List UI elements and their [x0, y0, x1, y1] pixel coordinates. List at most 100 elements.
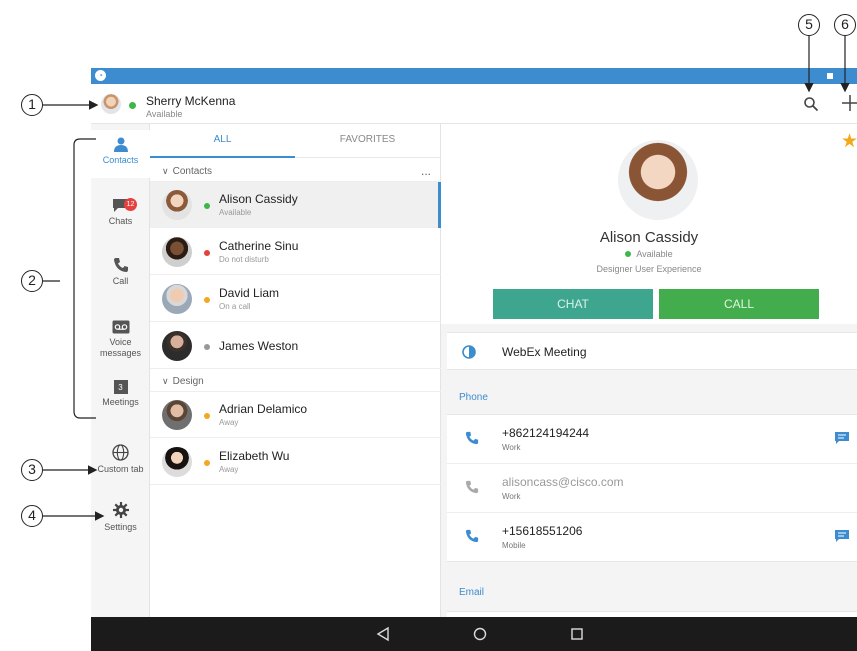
nav-meetings[interactable]: 3 Meetings: [91, 380, 150, 420]
avatar: [618, 140, 698, 220]
contact-name: David Liam: [219, 286, 280, 300]
list-item[interactable]: Elizabeth Wu Away: [150, 439, 441, 485]
message-icon[interactable]: [835, 432, 849, 444]
nav-contacts[interactable]: Contacts: [91, 130, 150, 178]
webex-meeting-row[interactable]: WebEx Meeting: [447, 332, 857, 370]
presence-dot: [204, 203, 210, 209]
globe-icon: [112, 444, 129, 461]
avatar: [162, 447, 192, 477]
nav-label: Meetings: [102, 397, 139, 407]
phone-row[interactable]: +15618551206 Mobile: [447, 513, 857, 562]
email-type: Work: [502, 492, 521, 501]
top-bar: Sherry McKenna Available: [91, 84, 857, 124]
call-button[interactable]: CALL: [659, 289, 819, 319]
callout-2: 2: [21, 270, 43, 292]
message-icon[interactable]: [835, 530, 849, 542]
list-item[interactable]: James Weston: [150, 323, 441, 369]
nav-chats[interactable]: 12 Chats: [91, 197, 150, 237]
nav-call[interactable]: Call: [91, 257, 150, 297]
nav-label: Contacts: [102, 155, 139, 165]
status-text: Available: [636, 249, 673, 259]
phone-number: +15618551206: [502, 524, 583, 538]
contact-name: Alison Cassidy: [599, 229, 699, 246]
nav-label: Call: [112, 276, 129, 286]
chevron-down-icon: ∨: [162, 376, 169, 386]
recent-apps-icon[interactable]: [569, 626, 585, 642]
tab-favorites[interactable]: FAVORITES: [295, 124, 440, 158]
nav-settings[interactable]: Settings: [91, 501, 150, 541]
phone-type: Work: [502, 443, 521, 452]
avatar: [162, 400, 192, 430]
avatar: [162, 284, 192, 314]
nav-label: Voice messages: [99, 337, 142, 358]
status-bar: ◔: [91, 68, 857, 84]
tablet-screen: ◔ Sherry McKenna Available Contacts 12 C…: [91, 68, 857, 651]
chat-button[interactable]: CHAT: [493, 289, 653, 319]
back-icon[interactable]: [375, 626, 391, 642]
nav-custom-tab[interactable]: Custom tab: [91, 444, 150, 484]
presence-dot: [204, 344, 210, 350]
user-name[interactable]: Sherry McKenna: [146, 94, 235, 108]
list-item[interactable]: Adrian Delamico Away: [150, 392, 441, 438]
avatar: [162, 331, 192, 361]
contact-status: Available: [219, 208, 252, 217]
webex-label: WebEx Meeting: [502, 345, 587, 359]
presence-dot: [204, 250, 210, 256]
email-address: alisoncass@cisco.com: [502, 475, 624, 489]
search-icon[interactable]: [803, 96, 819, 112]
group-label: Contacts: [172, 166, 213, 177]
nav-label: Settings: [104, 522, 137, 532]
contact-name: Catherine Sinu: [219, 239, 299, 253]
phone-list: +862124194244 Work alisoncass@cisco.com …: [447, 414, 857, 562]
nav-voice-messages[interactable]: Voice messages: [91, 320, 150, 368]
callout-4: 4: [21, 505, 43, 527]
contact-status: Away: [219, 418, 239, 427]
email-section-label: Email: [459, 587, 485, 598]
presence-dot: [625, 251, 632, 257]
callout-2-bracket: [43, 138, 96, 419]
group-label: Design: [172, 376, 204, 387]
calendar-icon: 3: [113, 380, 128, 394]
callout-6: 6: [834, 14, 856, 36]
nav-label: Chats: [108, 216, 133, 226]
webex-icon: [462, 345, 476, 359]
callout-5: 5: [798, 14, 820, 36]
contact-status: On a call: [219, 302, 251, 311]
favorite-star-icon[interactable]: ★: [841, 132, 857, 151]
contact-name: Alison Cassidy: [219, 192, 298, 206]
user-status: Available: [146, 109, 183, 119]
contact-detail-pane: ★ Alison Cassidy Available Designer User…: [441, 124, 857, 621]
group-header-design[interactable]: ∨ Design: [150, 370, 441, 392]
app-logo-icon: ◔: [95, 70, 106, 81]
home-icon[interactable]: [472, 626, 488, 642]
more-options-icon[interactable]: ...: [421, 160, 431, 182]
list-item[interactable]: Alison Cassidy Available: [150, 182, 441, 228]
contact-name: Elizabeth Wu: [219, 449, 290, 463]
list-item[interactable]: Catherine Sinu Do not disturb: [150, 229, 441, 275]
contact-header: ★ Alison Cassidy Available Designer User…: [441, 124, 857, 324]
phone-section-label: Phone: [459, 392, 488, 403]
phone-type: Mobile: [502, 541, 526, 550]
phone-icon: [465, 529, 479, 543]
left-nav: Contacts 12 Chats Call Voice messages 3 …: [91, 124, 150, 617]
contact-status: Available: [441, 249, 857, 259]
contact-name: James Weston: [219, 339, 299, 353]
avatar[interactable]: [101, 94, 121, 114]
presence-dot: [204, 297, 210, 303]
presence-dot: [204, 413, 210, 419]
phone-row[interactable]: +862124194244 Work: [447, 415, 857, 464]
group-header-contacts[interactable]: ∨ Contacts ...: [150, 160, 441, 182]
status-square-icon: [827, 73, 833, 79]
list-item[interactable]: David Liam On a call: [150, 276, 441, 322]
email-row[interactable]: alisoncass@cisco.com Work: [447, 464, 857, 513]
voicemail-icon: [112, 320, 129, 334]
android-nav-bar: [91, 617, 857, 651]
presence-dot: [129, 102, 136, 109]
list-tabs: ALL FAVORITES: [150, 124, 441, 158]
gear-icon: [112, 502, 129, 518]
avatar: [162, 237, 192, 267]
contact-list-pane: ALL FAVORITES ∨ Contacts ... Alison Cassi…: [150, 124, 441, 617]
tab-all[interactable]: ALL: [150, 124, 295, 158]
presence-dot: [204, 460, 210, 466]
plus-icon[interactable]: [841, 94, 857, 112]
